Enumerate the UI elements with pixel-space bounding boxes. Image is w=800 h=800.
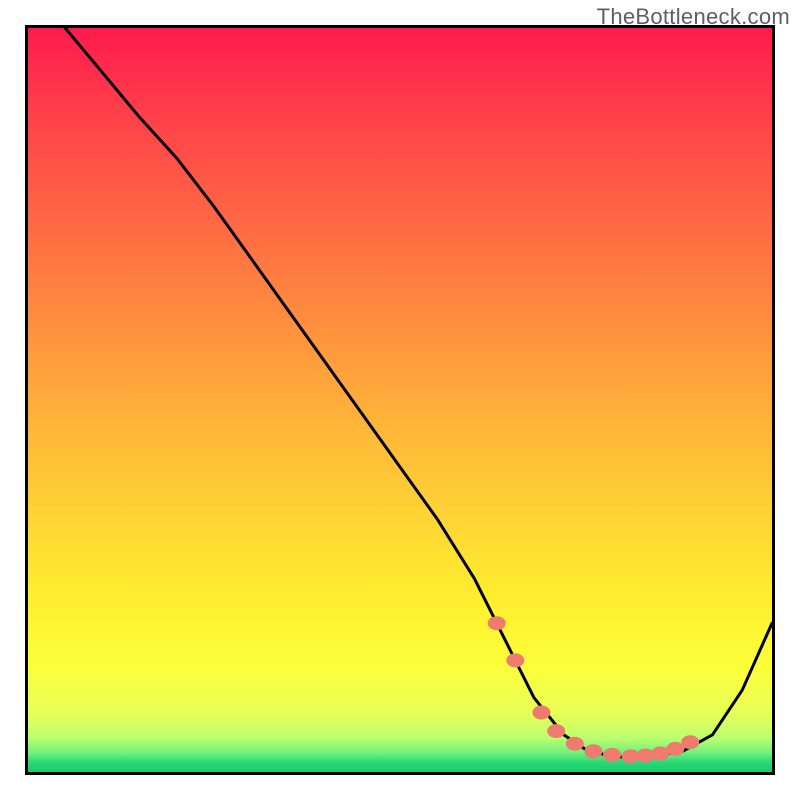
highlight-dot: [506, 653, 524, 667]
highlight-dot: [547, 724, 565, 738]
highlight-dot: [584, 744, 602, 758]
highlight-dot: [488, 616, 506, 630]
watermark-text: TheBottleneck.com: [597, 4, 790, 30]
highlight-dot: [637, 749, 655, 763]
chart-stage: TheBottleneck.com: [0, 0, 800, 800]
highlight-dots-group: [488, 616, 700, 763]
plot-area: [25, 25, 775, 775]
highlight-dot: [603, 748, 621, 762]
chart-svg: [28, 28, 772, 772]
bottleneck-curve: [65, 28, 772, 757]
highlight-dot: [566, 737, 584, 751]
highlight-dot: [681, 735, 699, 749]
highlight-dot: [532, 706, 550, 720]
